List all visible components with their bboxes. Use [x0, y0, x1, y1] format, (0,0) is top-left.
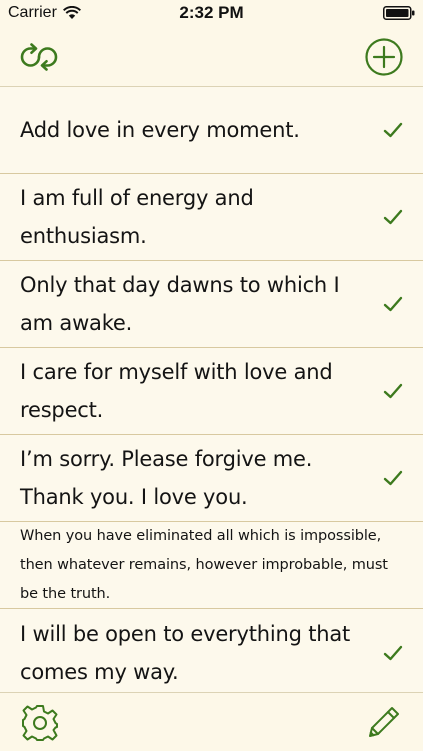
bottom-toolbar: [0, 692, 423, 751]
list-item[interactable]: Add love in every moment.: [0, 87, 423, 174]
list-item[interactable]: I’m sorry. Please forgive me. Thank you.…: [0, 435, 423, 522]
nav-bar: [0, 28, 423, 87]
affirmation-text: I will be open to everything that comes …: [20, 621, 351, 684]
affirmation-text: I am full of energy and enthusiasm.: [20, 186, 254, 248]
settings-button[interactable]: [18, 701, 62, 745]
affirmation-text: I care for myself with love and respect.: [20, 360, 333, 422]
checkmark-icon: [383, 470, 403, 486]
affirmation-text: Add love in every moment.: [20, 118, 300, 142]
refresh-button[interactable]: [16, 34, 62, 80]
checkmark-icon: [383, 209, 403, 225]
list-item[interactable]: When you have eliminated all which is im…: [0, 522, 423, 609]
add-button[interactable]: [361, 34, 407, 80]
affirmation-text: I’m sorry. Please forgive me. Thank you.…: [20, 447, 313, 509]
status-bar: Carrier 2:32 PM: [0, 0, 423, 28]
list-item[interactable]: I will be open to everything that comes …: [0, 609, 423, 692]
affirmation-list: Add love in every moment. I am full of e…: [0, 87, 423, 692]
gear-icon: [22, 705, 58, 741]
add-circle-icon: [365, 38, 403, 76]
list-item[interactable]: I care for myself with love and respect.: [0, 348, 423, 435]
checkmark-icon: [383, 122, 403, 138]
list-item[interactable]: I am full of energy and enthusiasm.: [0, 174, 423, 261]
checkmark-icon: [383, 383, 403, 399]
list-item[interactable]: Only that day dawns to which I am awake.: [0, 261, 423, 348]
clock: 2:32 PM: [179, 3, 244, 22]
affirmation-text: When you have eliminated all which is im…: [20, 527, 388, 602]
affirmation-text: Only that day dawns to which I am awake.: [20, 273, 340, 335]
pencil-icon: [369, 707, 399, 737]
checkmark-icon: [383, 645, 403, 660]
edit-button[interactable]: [361, 701, 405, 745]
battery-icon: [383, 6, 415, 25]
checkmark-icon: [383, 296, 403, 312]
refresh-cycle-icon: [20, 43, 58, 71]
